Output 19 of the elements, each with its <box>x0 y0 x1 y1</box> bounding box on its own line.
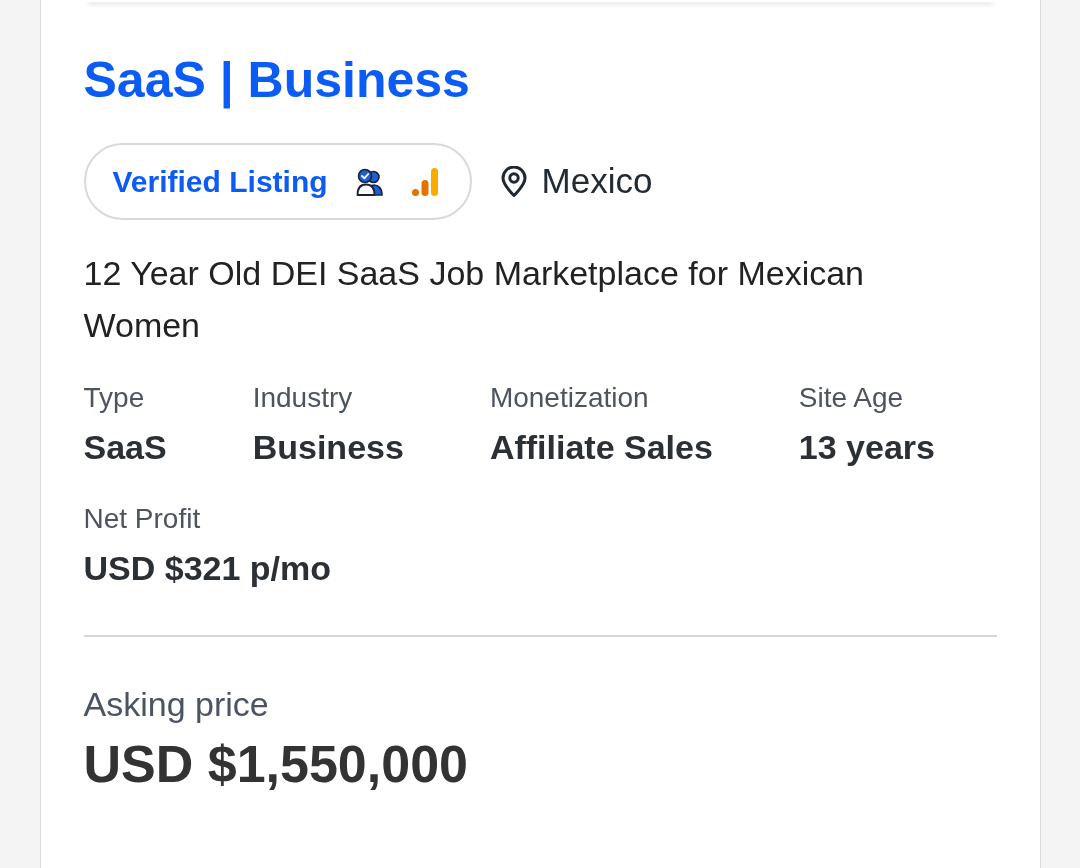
verified-label: Verified Listing <box>112 164 328 200</box>
asking-price-label: Asking price <box>83 684 269 725</box>
listing-description: 12 Year Old DEI SaaS Job Marketplace for Mexican Women <box>83 253 866 346</box>
stat-label: Industry <box>252 381 354 415</box>
verified-user-icon <box>355 167 384 196</box>
bar-chart-icon <box>411 167 438 196</box>
stat-label: Type <box>83 381 146 415</box>
stat-value: SaaS <box>83 427 167 468</box>
asking-price-value: USD $1,550,000 <box>83 734 468 794</box>
stat-label: Site Age <box>798 381 905 415</box>
stat-label: Net Profit <box>83 502 202 536</box>
location-label: Mexico <box>541 160 653 203</box>
stat-value: Business <box>252 427 404 468</box>
location-pin-icon <box>500 166 527 197</box>
stat-value: USD $321 p/mo <box>83 548 332 589</box>
listing-title-link[interactable]: SaaS | Business <box>83 51 470 109</box>
stat-value: 13 years <box>798 427 935 468</box>
stat-label: Monetization <box>489 381 650 415</box>
stat-value: Affiliate Sales <box>489 427 713 468</box>
